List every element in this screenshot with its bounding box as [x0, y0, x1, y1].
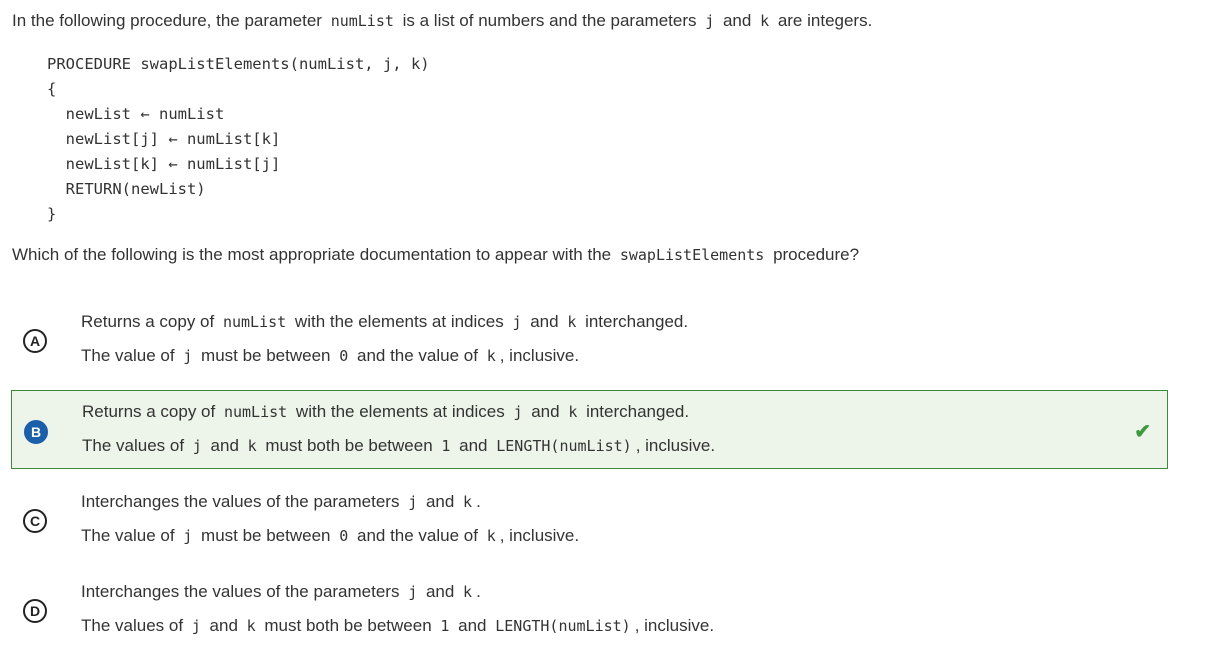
- option-text-line: Returns a copy of numList with the eleme…: [82, 402, 689, 422]
- text-segment: and: [204, 616, 243, 635]
- inline-code: 0: [339, 347, 349, 365]
- inline-code: numList: [223, 403, 288, 421]
- inline-code: j: [408, 583, 418, 601]
- text-segment: are integers.: [773, 11, 873, 30]
- text-segment: Returns a copy of: [82, 402, 220, 421]
- text-segment: .: [476, 582, 481, 601]
- text-segment: is a list of numbers and the parameters: [397, 11, 702, 30]
- answer-option-a[interactable]: A Returns a copy of numList with the elem…: [11, 300, 1168, 379]
- text-segment: and: [421, 582, 460, 601]
- text-segment: Interchanges the values of the parameter…: [81, 492, 405, 511]
- text-segment: Returns a copy of: [81, 312, 219, 331]
- text-segment: In the following procedure, the paramete…: [12, 11, 327, 30]
- text-segment: and: [718, 11, 757, 30]
- code-block: PROCEDURE swapListElements(numList, j, k…: [47, 52, 430, 227]
- text-segment: and the value of: [352, 526, 483, 545]
- inline-code: j: [192, 437, 202, 455]
- inline-code: k: [247, 437, 257, 455]
- text-segment: and: [525, 312, 564, 331]
- text-segment: and the value of: [352, 346, 483, 365]
- inline-code: j: [183, 527, 193, 545]
- text-segment: must be between: [196, 346, 336, 365]
- text-segment: must be between: [196, 526, 336, 545]
- option-text-line: Interchanges the values of the parameter…: [81, 492, 481, 512]
- inline-code: LENGTH(numList): [496, 437, 632, 455]
- code-line: newList ← numList: [47, 105, 225, 123]
- code-line: }: [47, 205, 57, 223]
- inline-code: j: [513, 403, 523, 421]
- inline-code: 1: [441, 437, 451, 455]
- text-segment: Which of the following is the most appro…: [12, 245, 616, 264]
- inline-code: k: [463, 583, 473, 601]
- inline-code: LENGTH(numList): [495, 617, 631, 635]
- inline-code: j: [191, 617, 201, 635]
- text-segment: and: [453, 616, 492, 635]
- text-segment: interchanged.: [581, 402, 690, 421]
- text-segment: The values of: [81, 616, 188, 635]
- text-segment: .: [476, 492, 481, 511]
- text-segment: , inclusive.: [635, 436, 716, 455]
- option-text-line: The values of j and k must both be betwe…: [81, 616, 714, 636]
- text-segment: The values of: [82, 436, 189, 455]
- option-text-line: The values of j and k must both be betwe…: [82, 436, 715, 456]
- text-segment: and: [526, 402, 565, 421]
- option-text-line: The value of j must be between 0 and the…: [81, 346, 579, 366]
- text-segment: The value of: [81, 346, 180, 365]
- inline-code: k: [567, 313, 577, 331]
- answer-option-b[interactable]: B Returns a copy of numList with the elem…: [11, 390, 1168, 469]
- inline-code: 1: [440, 617, 450, 635]
- text-segment: must both be between: [260, 436, 438, 455]
- code-line: RETURN(newList): [47, 180, 206, 198]
- inline-code: numList: [330, 12, 394, 30]
- text-segment: and: [454, 436, 493, 455]
- option-text-line: Interchanges the values of the parameter…: [81, 582, 481, 602]
- option-text-line: The value of j must be between 0 and the…: [81, 526, 579, 546]
- code-line: newList[k] ← numList[j]: [47, 155, 281, 173]
- option-letter-badge[interactable]: D: [23, 599, 47, 623]
- text-segment: Interchanges the values of the parameter…: [81, 582, 405, 601]
- text-segment: , inclusive.: [499, 526, 580, 545]
- inline-code: 0: [339, 527, 349, 545]
- inline-code: k: [463, 493, 473, 511]
- answer-option-c[interactable]: C Interchanges the values of the paramete…: [11, 480, 1168, 559]
- inline-code: j: [512, 313, 522, 331]
- inline-code: j: [183, 347, 193, 365]
- text-segment: with the elements at indices: [290, 312, 509, 331]
- option-letter-badge[interactable]: A: [23, 329, 47, 353]
- inline-code: k: [568, 403, 578, 421]
- text-segment: interchanged.: [580, 312, 689, 331]
- inline-code: numList: [222, 313, 287, 331]
- answer-option-d[interactable]: D Interchanges the values of the paramete…: [11, 570, 1168, 649]
- option-letter-badge[interactable]: B: [24, 420, 48, 444]
- inline-code: k: [486, 347, 496, 365]
- inline-code: k: [486, 527, 496, 545]
- option-letter-badge[interactable]: C: [23, 509, 47, 533]
- inline-code: swapListElements: [619, 246, 765, 264]
- text-segment: must both be between: [259, 616, 437, 635]
- text-segment: and: [205, 436, 244, 455]
- code-line: PROCEDURE swapListElements(numList, j, k…: [47, 55, 430, 73]
- inline-code: k: [246, 617, 256, 635]
- question-text: Which of the following is the most appro…: [12, 245, 859, 265]
- code-line: newList[j] ← numList[k]: [47, 130, 281, 148]
- text-segment: The value of: [81, 526, 180, 545]
- text-segment: and: [421, 492, 460, 511]
- inline-code: k: [760, 12, 770, 30]
- text-segment: , inclusive.: [634, 616, 715, 635]
- check-icon: ✔: [1134, 421, 1151, 443]
- code-line: {: [47, 80, 57, 98]
- text-segment: with the elements at indices: [291, 402, 510, 421]
- inline-code: j: [705, 12, 715, 30]
- intro-text: In the following procedure, the paramete…: [12, 11, 872, 31]
- text-segment: , inclusive.: [499, 346, 580, 365]
- option-text-line: Returns a copy of numList with the eleme…: [81, 312, 688, 332]
- inline-code: j: [408, 493, 418, 511]
- text-segment: procedure?: [768, 245, 860, 264]
